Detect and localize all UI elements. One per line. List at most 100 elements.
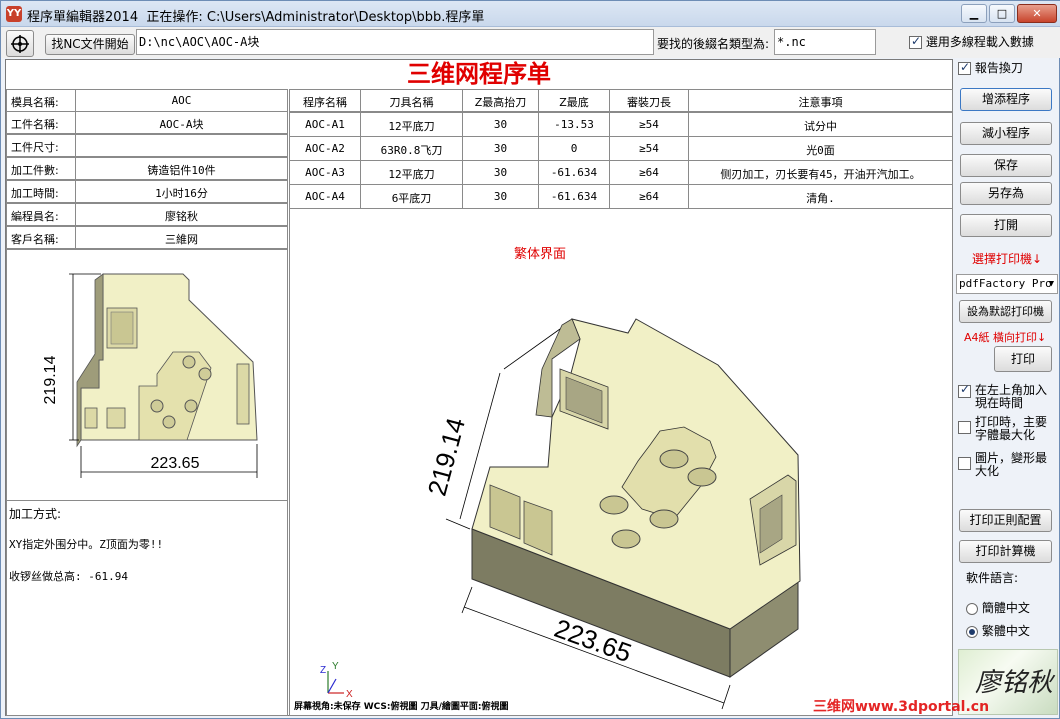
crosshair-icon [11,35,29,53]
table-cell[interactable]: 12平底刀 [360,160,463,185]
table-cell[interactable]: 12平底刀 [360,112,463,137]
table-header: Z最高抬刀 [462,89,539,112]
info-label: 加工時間: [6,180,76,203]
table-cell[interactable]: 30 [462,160,539,185]
nc-path-field[interactable]: D:\nc\AOC\AOC-A块 [136,29,654,55]
table-header: 注意事項 [688,89,953,112]
table-cell[interactable]: -13.53 [538,112,610,137]
report-wrap-option[interactable]: 報告換刀 [958,59,1023,76]
table-cell[interactable]: ≥64 [609,160,689,185]
toolbar: 找NC文件開始 D:\nc\AOC\AOC-A块 要找的後綴名類型為: *.nc… [1,27,1060,58]
top-dim-height: 219.14 [42,355,59,404]
find-nc-button[interactable]: 找NC文件開始 [45,34,135,55]
table-cell[interactable]: ≥54 [609,136,689,161]
method-line: 收锣丝做总高: -61.94 [9,570,128,583]
table-cell[interactable]: 侧刃加工，刃长要有45，开油开汽加工。 [688,160,953,185]
table-cell[interactable]: -61.634 [538,184,610,209]
table-cell[interactable]: ≥54 [609,112,689,137]
right-panel: 報告換刀 增添程序 減小程序 保存 另存為 打開 選擇打印機↓ pdfFacto… [956,59,1060,718]
table-cell[interactable]: AOC-A1 [289,112,361,137]
info-label: 工件名稱: [6,111,76,134]
app-name: 程序單編輯器2014 [27,10,139,25]
table-cell[interactable]: AOC-A4 [289,184,361,209]
opt-img-checkbox[interactable] [958,457,971,470]
3d-dim-height: 219.14 [422,414,472,499]
opt-img-label: 圖片，變形最大化 [975,451,1048,478]
table-header: 刀具名稱 [360,89,463,112]
ext-label: 要找的後綴名類型為: [657,37,770,51]
maximize-icon: □ [996,7,1008,20]
open-button[interactable]: 打開 [960,214,1052,237]
sheet-title: 三维网程序单 [407,59,551,88]
opt-font-option[interactable]: 打印時，主要字體最大化 [958,416,1056,442]
lang-simplified-label: 簡體中文 [981,601,1030,615]
table-cell[interactable]: AOC-A2 [289,136,361,161]
paper-orientation-label: A4紙 橫向打印↓ [964,331,1047,344]
file-path: C:\Users\Administrator\Desktop\bbb.程序單 [206,10,485,25]
table-cell[interactable]: -61.634 [538,160,610,185]
table-cell[interactable]: AOC-A3 [289,160,361,185]
opt-font-label: 打印時，主要字體最大化 [975,415,1048,442]
add-program-button[interactable]: 增添程序 [960,88,1052,111]
table-cell[interactable]: 清角. [688,184,953,209]
view-status: 屏幕視角:未保存 WCS:俯視圖 刀具/繪圖平面:俯視圖 [294,702,509,712]
language-label: 軟件語言: [966,571,1019,585]
lang-simplified-radio[interactable] [966,602,978,615]
info-value[interactable]: 三維网 [75,226,288,249]
lang-simplified-option[interactable]: 簡體中文 [966,599,1030,616]
info-value[interactable] [75,134,288,157]
info-value[interactable]: 铸造铝件10件 [75,157,288,180]
method-label: 加工方式: [9,507,62,521]
info-value[interactable]: 廖铭秋 [75,203,288,226]
info-label: 工件尺寸: [6,134,76,157]
table-cell[interactable]: 63R0.8飞刀 [360,136,463,161]
close-button[interactable]: ✕ [1017,4,1057,23]
info-value[interactable]: AOC [75,89,288,112]
info-label: 編程員名: [6,203,76,226]
info-label: 客戶名稱: [6,226,76,249]
table-cell[interactable]: 光0面 [688,136,953,161]
remove-program-button[interactable]: 減小程序 [960,122,1052,145]
table-cell[interactable]: 30 [462,112,539,137]
multi-line-checkbox[interactable] [909,34,922,49]
printer-select[interactable]: pdfFactory Pro ▼ [956,274,1058,294]
save-button[interactable]: 保存 [960,154,1052,177]
3d-view-panel[interactable]: 繁体界面 219.14 223.65 Z Y X 屏幕視角:未保存 WCS:俯視… [289,208,953,716]
print-config-button[interactable]: 打印正則配置 [959,509,1052,532]
info-label: 模具名稱: [6,89,76,112]
table-header: Z最底 [538,89,610,112]
method-panel: 加工方式: XY指定外围分中。Z顶面为零!! 收锣丝做总高: -61.94 [6,500,288,716]
opt-time-label: 在左上角加入現在時間 [975,383,1048,410]
ext-field[interactable]: *.nc [774,29,876,55]
report-wrap-checkbox[interactable] [958,60,971,75]
table-cell[interactable]: 0 [538,136,610,161]
lang-traditional-radio[interactable] [966,625,978,638]
program-sheet: 三维网程序单 模具名稱: AOC 工件名稱: AOC-A块 工件尺寸: 加工件數… [5,59,953,716]
table-cell[interactable]: 30 [462,184,539,209]
opt-time-option[interactable]: 在左上角加入現在時間 [958,383,1056,410]
table-cell[interactable]: 30 [462,136,539,161]
table-cell[interactable]: ≥64 [609,184,689,209]
part-3d-view: 219.14 223.65 Z Y X [320,318,801,710]
minimize-button[interactable]: ▁ [961,4,987,23]
watermark: 三维网www.3dportal.cn [813,699,990,715]
lang-traditional-option[interactable]: 繁體中文 [966,622,1030,639]
print-button[interactable]: 打印 [994,346,1052,372]
opt-font-checkbox[interactable] [958,421,971,434]
multi-line-label: 選用多線程載入數據 [925,35,1034,49]
crosshair-button[interactable] [6,30,34,57]
table-cell[interactable]: 试分中 [688,112,953,137]
select-printer-label: 選擇打印機↓ [972,252,1043,266]
info-value[interactable]: 1小时16分 [75,180,288,203]
save-as-button[interactable]: 另存為 [960,182,1052,205]
set-default-printer-button[interactable]: 設為默認打印機 [959,300,1052,323]
title-bar: YY 程序單編輯器2014 正在操作: C:\Users\Administrat… [1,1,1060,27]
info-value[interactable]: AOC-A块 [75,111,288,134]
multi-line-option[interactable]: 選用多線程載入數據 [909,33,1034,50]
status-label: 正在操作: [146,10,203,25]
opt-time-checkbox[interactable] [958,383,971,398]
print-calc-button[interactable]: 打印計算機 [959,540,1052,563]
maximize-button[interactable]: □ [989,4,1015,23]
table-cell[interactable]: 6平底刀 [360,184,463,209]
opt-img-option[interactable]: 圖片，變形最大化 [958,452,1056,478]
